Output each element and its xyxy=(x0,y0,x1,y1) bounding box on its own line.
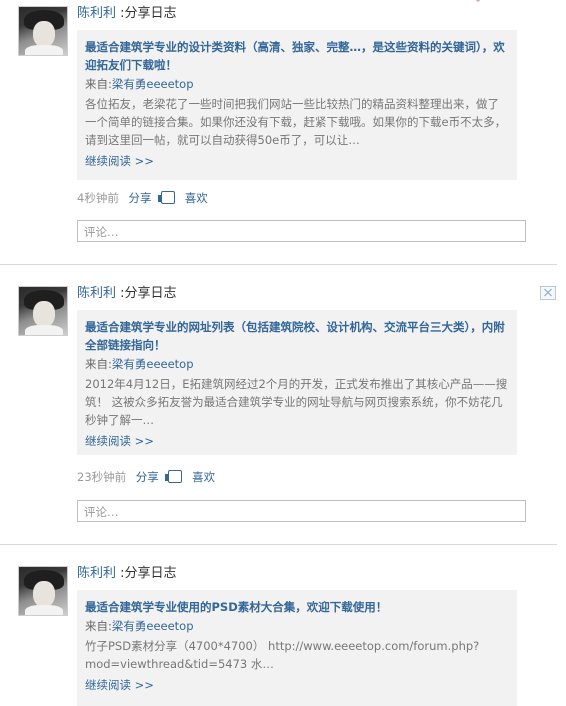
source-line: 来自:梁有勇eeeetop xyxy=(85,356,509,372)
feed-header: 陈利利 :分享日志 xyxy=(77,566,177,582)
meta-bar: 4秒钟前 分享 喜欢 xyxy=(77,191,208,205)
comment-input[interactable]: 评论… xyxy=(77,500,526,522)
source-author-link[interactable]: 梁有勇eeeetop xyxy=(112,357,194,371)
avatar[interactable] xyxy=(18,286,68,336)
user-name-link[interactable]: 陈利利 xyxy=(77,286,116,301)
blog-excerpt: 各位拓友，老梁花了一些时间把我们网站一些比较热门的精品资料整理出来，做了一个简单… xyxy=(85,97,507,147)
timestamp: 4秒钟前 xyxy=(77,191,119,205)
read-more-link[interactable]: 继续阅读 >> xyxy=(85,433,509,449)
divider xyxy=(0,544,557,545)
source-author-link[interactable]: 梁有勇eeeetop xyxy=(112,619,194,633)
like-link[interactable]: 喜欢 xyxy=(185,191,208,205)
feed-header: 陈利利 :分享日志 xyxy=(77,286,177,302)
shared-blog-card: 最适合建筑学专业的网址列表（包括建筑院校、设计机构、交流平台三大类），内附全部链… xyxy=(77,310,517,455)
source-line: 来自:梁有勇eeeetop xyxy=(85,618,509,634)
blog-excerpt: 2012年4月12日，E拓建筑网经过2个月的开发，正式发布推出了其核心产品——搜… xyxy=(85,377,508,427)
blog-title-link[interactable]: 最适合建筑学专业的网址列表（包括建筑院校、设计机构、交流平台三大类），内附全部链… xyxy=(85,318,509,354)
thumbs-up-icon[interactable] xyxy=(158,191,176,204)
shared-blog-card: 最适合建筑学专业使用的PSD素材大合集，欢迎下载使用！ 来自:梁有勇eeeeto… xyxy=(77,590,517,706)
source-label: 来自: xyxy=(85,77,112,91)
action-text: :分享日志 xyxy=(120,286,177,301)
thumbs-up-icon[interactable] xyxy=(165,470,183,483)
source-author-link[interactable]: 梁有勇eeeetop xyxy=(112,77,194,91)
share-link[interactable]: 分享 xyxy=(136,470,159,484)
top-edge-icon xyxy=(475,0,481,2)
read-more-link[interactable]: 继续阅读 >> xyxy=(85,153,509,169)
blog-excerpt: 竹子PSD素材分享（4700*4700） http://www.eeeetop.… xyxy=(85,639,480,671)
comment-input[interactable]: 评论… xyxy=(77,220,526,242)
blog-title-link[interactable]: 最适合建筑学专业使用的PSD素材大合集，欢迎下载使用！ xyxy=(85,598,509,616)
avatar[interactable] xyxy=(18,6,68,56)
user-name-link[interactable]: 陈利利 xyxy=(77,566,116,581)
source-label: 来自: xyxy=(85,357,112,371)
source-label: 来自: xyxy=(85,619,112,633)
meta-bar: 23秒钟前 分享 喜欢 xyxy=(77,470,215,484)
action-text: :分享日志 xyxy=(120,566,177,581)
feed-header: 陈利利 :分享日志 xyxy=(77,6,177,22)
divider xyxy=(0,264,557,265)
timestamp: 23秒钟前 xyxy=(77,470,127,484)
shared-blog-card: 最适合建筑学专业的设计类资料（高清、独家、完整…，是这些资料的关键词），欢迎拓友… xyxy=(77,30,517,180)
avatar[interactable] xyxy=(18,566,68,616)
share-link[interactable]: 分享 xyxy=(128,191,151,205)
action-text: :分享日志 xyxy=(120,6,177,21)
blog-title-link[interactable]: 最适合建筑学专业的设计类资料（高清、独家、完整…，是这些资料的关键词），欢迎拓友… xyxy=(85,38,509,74)
source-line: 来自:梁有勇eeeetop xyxy=(85,76,509,92)
close-icon[interactable] xyxy=(540,286,556,300)
like-link[interactable]: 喜欢 xyxy=(192,470,215,484)
read-more-link[interactable]: 继续阅读 >> xyxy=(85,677,509,693)
user-name-link[interactable]: 陈利利 xyxy=(77,6,116,21)
